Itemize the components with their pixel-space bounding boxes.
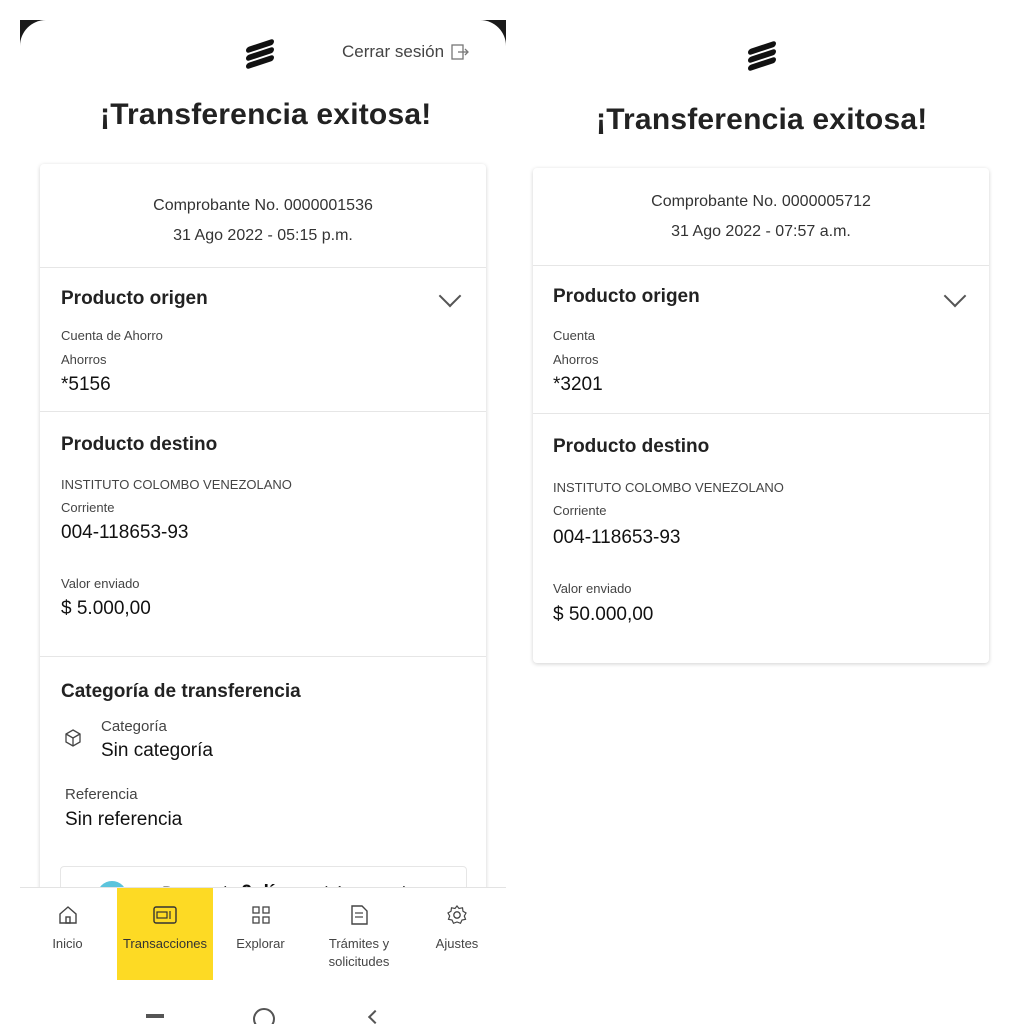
nav-explorar[interactable]: Explorar bbox=[223, 888, 298, 980]
destination-name: INSTITUTO COLOMBO VENEZOLANO bbox=[61, 477, 292, 492]
bottom-nav: Inicio Transacciones Explorar Trámites y… bbox=[20, 887, 506, 1024]
transactions-icon bbox=[153, 906, 177, 924]
reference-label: Referencia bbox=[65, 786, 138, 803]
left-phone-screen: Cerrar sesión ¡Transferencia exitosa! Co… bbox=[20, 20, 506, 1024]
destination-account: 004-118653-93 bbox=[61, 522, 189, 543]
nav-inicio[interactable]: Inicio bbox=[30, 888, 105, 980]
receipt-card: Comprobante No. 0000005712 31 Ago 2022 -… bbox=[533, 168, 989, 663]
bank-logo-icon bbox=[246, 38, 274, 70]
origin-line2: Ahorros bbox=[61, 352, 107, 367]
logout-button[interactable]: Cerrar sesión bbox=[342, 40, 470, 64]
reference-value: Sin referencia bbox=[65, 809, 183, 830]
origin-heading: Producto origen bbox=[61, 288, 208, 309]
amount-value: $ 5.000,00 bbox=[61, 598, 151, 619]
nav-ajustes[interactable]: Ajustes bbox=[422, 888, 492, 980]
receipt-number: Comprobante No. 0000001536 bbox=[153, 197, 373, 214]
origin-line1: Cuenta bbox=[553, 328, 595, 343]
origin-line1: Cuenta de Ahorro bbox=[61, 328, 163, 343]
system-recents-icon[interactable] bbox=[146, 1014, 164, 1018]
destination-heading: Producto destino bbox=[61, 434, 218, 455]
logout-icon bbox=[451, 44, 469, 60]
category-value: Sin categoría bbox=[101, 740, 213, 761]
bank-logo-icon bbox=[748, 40, 776, 72]
logout-label: Cerrar sesión bbox=[342, 42, 445, 61]
destination-name: INSTITUTO COLOMBO VENEZOLANO bbox=[553, 480, 784, 495]
destination-account: 004-118653-93 bbox=[553, 527, 681, 548]
amount-label: Valor enviado bbox=[553, 581, 632, 596]
page-title: ¡Transferencia exitosa! bbox=[100, 98, 432, 131]
chevron-down-icon[interactable] bbox=[438, 284, 462, 308]
receipt-datetime: 31 Ago 2022 - 05:15 p.m. bbox=[173, 227, 353, 244]
destination-heading: Producto destino bbox=[553, 436, 710, 457]
origin-heading: Producto origen bbox=[553, 286, 700, 307]
grid-icon bbox=[251, 906, 270, 924]
document-icon bbox=[351, 905, 368, 925]
chevron-down-icon[interactable] bbox=[943, 284, 967, 308]
origin-line2: Ahorros bbox=[553, 352, 599, 367]
system-back-icon[interactable] bbox=[367, 1009, 383, 1024]
receipt-card: Comprobante No. 0000001536 31 Ago 2022 -… bbox=[40, 164, 486, 924]
gear-icon bbox=[447, 905, 467, 925]
origin-account: *5156 bbox=[61, 374, 111, 395]
receipt-datetime: 31 Ago 2022 - 07:57 a.m. bbox=[671, 223, 851, 240]
box-icon bbox=[65, 729, 81, 747]
destination-type: Corriente bbox=[61, 500, 115, 515]
receipt-number: Comprobante No. 0000005712 bbox=[651, 193, 871, 210]
category-label: Categoría bbox=[101, 718, 167, 735]
home-icon bbox=[58, 906, 77, 924]
system-home-icon[interactable] bbox=[253, 1008, 275, 1024]
nav-tramites[interactable]: Trámites y solicitudes bbox=[311, 888, 407, 980]
amount-value: $ 50.000,00 bbox=[553, 604, 654, 625]
destination-type: Corriente bbox=[553, 503, 607, 518]
page-title: ¡Transferencia exitosa! bbox=[596, 103, 928, 136]
nav-transacciones[interactable]: Transacciones bbox=[117, 888, 213, 980]
origin-account: *3201 bbox=[553, 374, 603, 395]
amount-label: Valor enviado bbox=[61, 576, 140, 591]
category-heading: Categoría de transferencia bbox=[61, 681, 301, 702]
